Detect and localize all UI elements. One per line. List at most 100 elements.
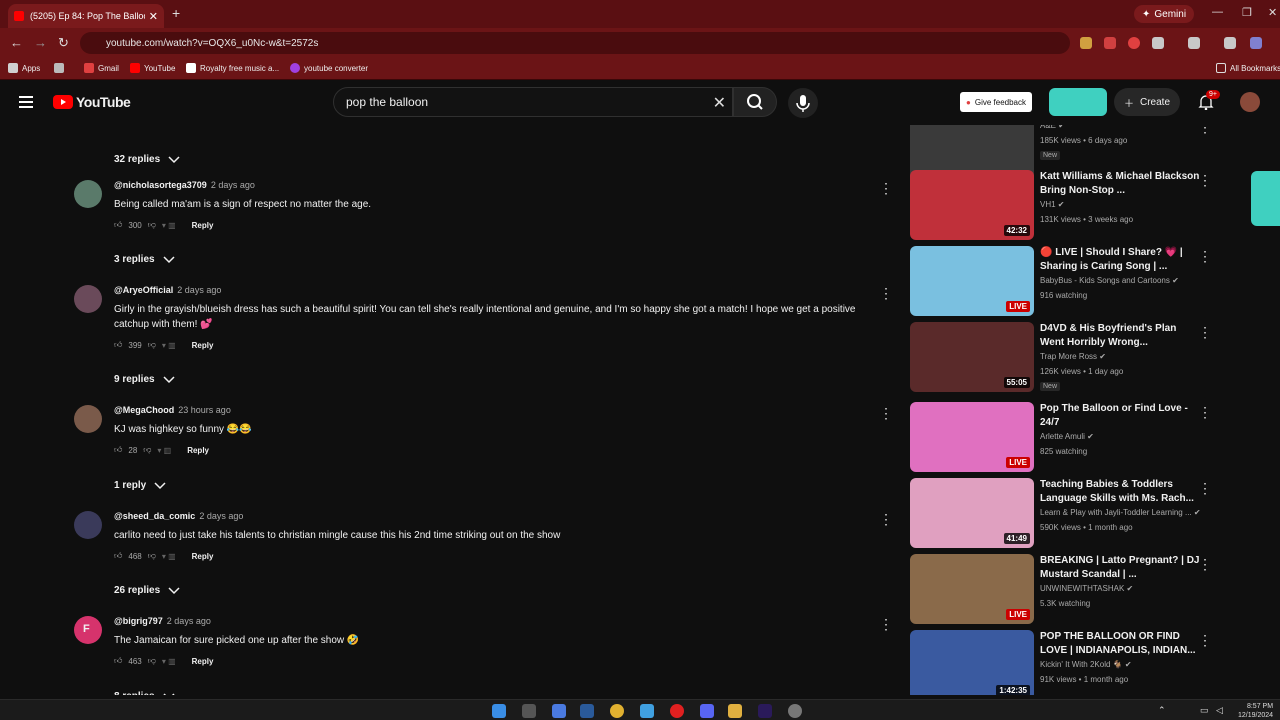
chrome-icon[interactable]	[610, 704, 624, 718]
extension-vote-icon[interactable]: ▾ ▥	[162, 341, 176, 350]
task-view-icon[interactable]	[522, 704, 536, 718]
view-replies-button[interactable]: 8 replies	[114, 691, 175, 695]
related-video-item[interactable]: 55:05 D4VD & His Boyfriend's Plan Went Ho…	[910, 322, 1210, 394]
video-thumbnail[interactable]: LIVE	[910, 246, 1034, 316]
app-icon[interactable]	[788, 704, 802, 718]
extension-float-button[interactable]	[1251, 171, 1280, 226]
comment-age[interactable]: 23 hours ago	[178, 405, 231, 415]
video-thumbnail[interactable]: 41:49	[910, 478, 1034, 548]
like-icon[interactable]: 👍︎	[114, 445, 122, 455]
discord-icon[interactable]	[700, 704, 714, 718]
channel-name[interactable]: Kickin' It With 2Kold 🐐 ✔	[1040, 660, 1132, 669]
related-video-item[interactable]: 1:42:35 POP THE BALLOON OR FIND LOVE | IN…	[910, 630, 1210, 695]
bookmark-grid[interactable]	[54, 63, 64, 73]
dislike-icon[interactable]: 👎︎	[148, 551, 156, 561]
extension-vote-icon[interactable]: ▾ ▥	[162, 221, 176, 230]
related-video-item[interactable]: LIVE Pop The Balloon or Find Love - 24/7 A…	[910, 402, 1210, 474]
more-options-icon[interactable]: ⋮	[1198, 480, 1210, 497]
video-thumbnail[interactable]: 42:32	[910, 170, 1034, 240]
extension-icon[interactable]	[1104, 37, 1116, 49]
channel-name[interactable]: A&E ✔	[1040, 125, 1065, 130]
windows-start-icon[interactable]	[492, 704, 506, 718]
more-options-icon[interactable]: ⋮	[1198, 248, 1210, 265]
view-replies-button[interactable]: 32 replies	[114, 154, 180, 165]
url-field[interactable]: youtube.com/watch?v=OQX6_u0Nc-w&t=2572s	[80, 32, 1070, 54]
comment-age[interactable]: 2 days ago	[211, 180, 255, 190]
like-icon[interactable]: 👍︎	[114, 551, 122, 561]
back-icon[interactable]: ←	[10, 35, 23, 50]
channel-name[interactable]: VH1 ✔	[1040, 200, 1065, 209]
reply-button[interactable]: Reply	[192, 221, 214, 230]
browser-tab-active[interactable]: (5205) Ep 84: Pop The Balloon ✕	[8, 4, 164, 28]
more-options-icon[interactable]: ⋮	[879, 285, 893, 302]
more-options-icon[interactable]: ⋮	[1198, 324, 1210, 341]
app-icon[interactable]	[552, 704, 566, 718]
bookmark-youtube-converter[interactable]: youtube converter	[290, 63, 368, 73]
extension-button[interactable]	[1049, 88, 1107, 116]
video-title[interactable]: Katt Williams & Michael Blackson Bring N…	[1040, 170, 1200, 198]
all-bookmarks[interactable]: All Bookmarks	[1216, 63, 1280, 73]
premiere-icon[interactable]	[758, 704, 772, 718]
more-options-icon[interactable]: ⋮	[1198, 632, 1210, 649]
give-feedback-button[interactable]: ● Give feedback	[960, 92, 1032, 112]
maximize-icon[interactable]: ❐	[1242, 6, 1252, 19]
more-options-icon[interactable]: ⋮	[1198, 556, 1210, 573]
bookmark-royalty-free[interactable]: Royalty free music a...	[186, 63, 279, 73]
reload-icon[interactable]: ↻	[58, 35, 69, 51]
network-icon[interactable]: ▭	[1200, 705, 1209, 716]
system-clock[interactable]: 8:57 PM 12/19/2024	[1238, 702, 1273, 720]
dislike-icon[interactable]: 👎︎	[148, 656, 156, 666]
comment-author[interactable]: @sheed_da_comic	[114, 511, 195, 521]
app-icon[interactable]	[640, 704, 654, 718]
video-thumbnail[interactable]: 1:42:35	[910, 630, 1034, 695]
comment-age[interactable]: 2 days ago	[199, 511, 243, 521]
view-replies-button[interactable]: 26 replies	[114, 585, 180, 596]
reply-button[interactable]: Reply	[192, 341, 214, 350]
comment-author[interactable]: @nicholasortega3709	[114, 180, 207, 190]
more-options-icon[interactable]: ⋮	[879, 405, 893, 422]
channel-name[interactable]: Learn & Play with Jayli-Toddler Learning…	[1040, 508, 1201, 517]
comment-author[interactable]: @bigrig797	[114, 616, 163, 626]
video-thumbnail[interactable]: LIVE	[910, 554, 1034, 624]
like-icon[interactable]: 👍︎	[114, 656, 122, 666]
channel-name[interactable]: Trap More Ross ✔	[1040, 352, 1106, 361]
search-input[interactable]: pop the balloon ✕	[333, 87, 733, 117]
video-title[interactable]: BREAKING | Latto Pregnant? | DJ Mustard …	[1040, 554, 1200, 582]
new-tab-icon[interactable]: +	[172, 5, 180, 21]
related-video-item[interactable]: LIVE BREAKING | Latto Pregnant? | DJ Must…	[910, 554, 1210, 626]
video-thumbnail[interactable]: 55:05	[910, 322, 1034, 392]
video-title[interactable]: POP THE BALLOON OR FIND LOVE | INDIANAPO…	[1040, 630, 1200, 658]
sidepanel-icon[interactable]	[1188, 37, 1200, 49]
comment-age[interactable]: 2 days ago	[167, 616, 211, 626]
video-title[interactable]: D4VD & His Boyfriend's Plan Went Horribl…	[1040, 322, 1200, 350]
reply-button[interactable]: Reply	[187, 446, 209, 455]
commenter-avatar[interactable]: F	[74, 616, 102, 644]
related-video-item[interactable]: 42:32 Katt Williams & Michael Blackson Br…	[910, 170, 1210, 242]
account-avatar[interactable]	[1240, 92, 1260, 112]
close-window-icon[interactable]: ✕	[1268, 6, 1277, 19]
menu-icon[interactable]	[19, 96, 33, 108]
related-video-item[interactable]: 41:49 Teaching Babies & Toddlers Language…	[910, 478, 1210, 550]
extension-icon[interactable]	[1080, 37, 1092, 49]
volume-icon[interactable]: ◁	[1216, 705, 1223, 716]
reply-button[interactable]: Reply	[192, 657, 214, 666]
like-icon[interactable]: 👍︎	[114, 340, 122, 350]
channel-name[interactable]: BabyBus - Kids Songs and Cartoons ✔	[1040, 276, 1179, 285]
commenter-avatar[interactable]	[74, 180, 102, 208]
forward-icon[interactable]: →	[34, 35, 47, 50]
view-replies-button[interactable]: 3 replies	[114, 254, 175, 265]
comment-age[interactable]: 2 days ago	[177, 285, 221, 295]
gemini-button[interactable]: ✦ Gemini	[1134, 5, 1195, 23]
like-icon[interactable]: 👍︎	[114, 220, 122, 230]
more-options-icon[interactable]: ⋮	[1198, 172, 1210, 189]
view-replies-button[interactable]: 9 replies	[114, 374, 175, 385]
comment-author[interactable]: @MegaChood	[114, 405, 174, 415]
more-options-icon[interactable]: ⋮	[879, 180, 893, 197]
more-options-icon[interactable]: ⋮	[879, 511, 893, 528]
steam-icon[interactable]	[580, 704, 594, 718]
video-thumbnail[interactable]: LIVE	[910, 402, 1034, 472]
bookmark-gmail[interactable]: Gmail	[84, 63, 119, 73]
comment-author[interactable]: @AryeOfficial	[114, 285, 173, 295]
channel-name[interactable]: Arlette Amuli ✔	[1040, 432, 1094, 441]
commenter-avatar[interactable]	[74, 405, 102, 433]
